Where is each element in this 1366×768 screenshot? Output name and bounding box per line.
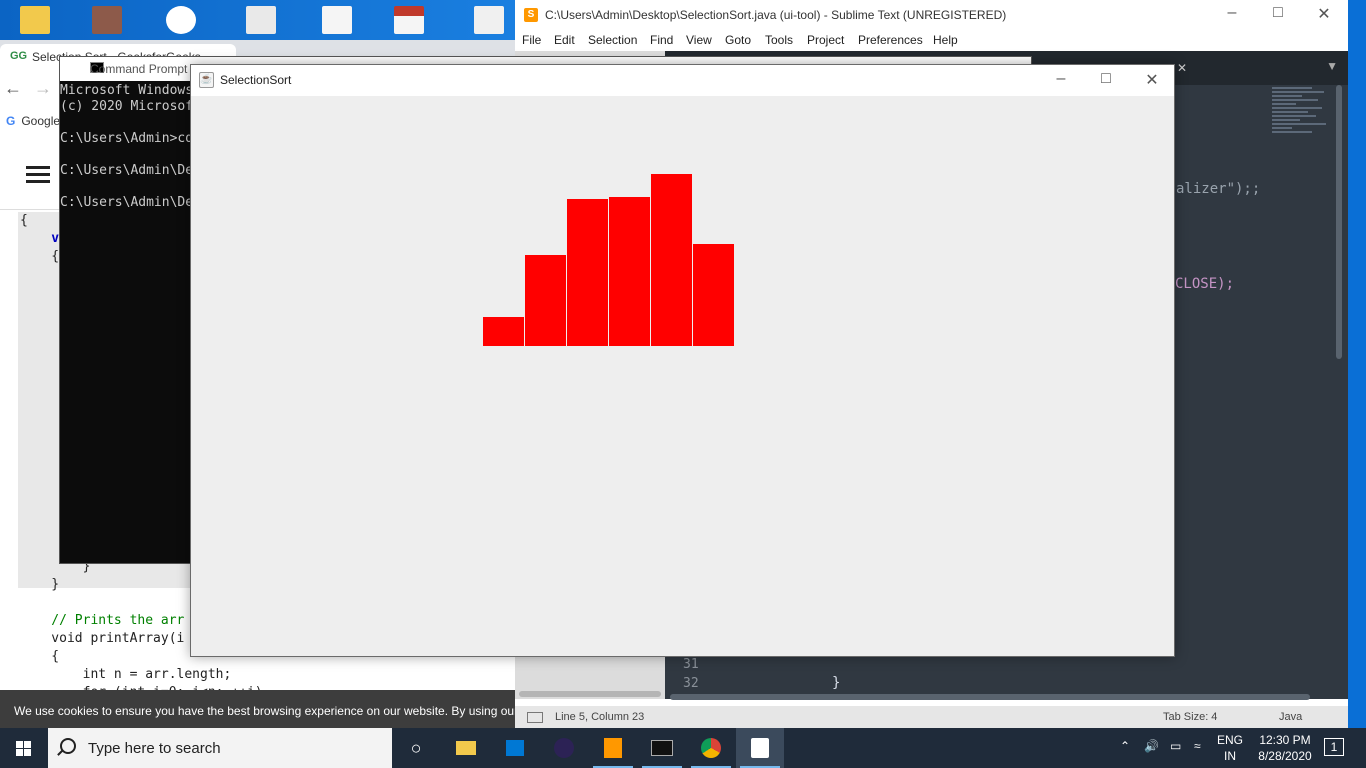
notification-count: 1 [1330, 740, 1338, 754]
notification-icon[interactable]: 1 [1324, 738, 1344, 756]
battery-icon[interactable]: ▭ [1170, 739, 1181, 768]
cmd-taskbar-icon[interactable] [638, 728, 686, 768]
bar-chart [483, 174, 734, 346]
menu-item-edit[interactable]: Edit [554, 33, 575, 47]
code-fragment: CLOSE); [1175, 276, 1235, 292]
eclipse-icon[interactable] [540, 728, 588, 768]
sublime-statusbar: Line 5, Column 23 Tab Size: 4 Java [515, 706, 1348, 730]
tab-close-icon[interactable]: ✕ [1177, 61, 1187, 75]
code-line: { [20, 249, 60, 264]
cookie-banner: We use cookies to ensure you have the be… [0, 690, 515, 728]
horizontal-scrollbar[interactable] [670, 694, 1310, 700]
show-hidden-icons[interactable]: ⌃ [1120, 739, 1130, 768]
code-fragment: alizer");; [1176, 181, 1261, 197]
menu-item-file[interactable]: File [522, 33, 541, 47]
app-icon[interactable] [166, 6, 196, 34]
cursor-position: Line 5, Column 23 [555, 711, 645, 723]
bar-2 [525, 255, 566, 346]
selectionsort-title: SelectionSort [220, 73, 292, 87]
windows-icon [16, 741, 31, 756]
minimize-button[interactable]: – [1038, 70, 1084, 88]
menu-item-project[interactable]: Project [807, 33, 844, 47]
tab-dropdown-icon[interactable]: ▼ [1326, 59, 1338, 73]
code-line: { [20, 649, 60, 664]
bar-6 [693, 244, 734, 346]
minimize-button[interactable]: – [1209, 4, 1255, 22]
code-line: } [20, 577, 60, 592]
code-line: int n = arr.length; [20, 667, 232, 682]
document-icon[interactable] [322, 6, 352, 34]
line-number: 32 [683, 676, 699, 691]
bookmark-label: Google [21, 114, 61, 128]
close-button[interactable]: ✕ [1129, 70, 1175, 90]
bar-4 [609, 197, 650, 346]
code-line: void printArray(i [20, 631, 185, 646]
start-button[interactable] [0, 728, 48, 768]
cookie-text: We use cookies to ensure you have the be… [14, 704, 515, 718]
clock[interactable]: 12:30 PM 8/28/2020 [1250, 732, 1320, 764]
sublime-menubar: File Edit Selection Find View Goto Tools Projec… [515, 31, 1348, 51]
menu-item-view[interactable]: View [686, 33, 712, 47]
menu-item-selection[interactable]: Selection [588, 33, 637, 47]
panel-toggle-icon[interactable] [527, 712, 543, 723]
language-indicator[interactable]: ENG IN [1215, 732, 1245, 764]
pdf-icon[interactable] [394, 6, 424, 34]
minimap[interactable] [1272, 85, 1334, 205]
wifi-icon[interactable]: ≈ [1194, 739, 1201, 768]
taskbar-search[interactable]: Type here to search [48, 728, 392, 768]
menu-item-find[interactable]: Find [650, 33, 673, 47]
selectionsort-window: ☕ SelectionSort – □ ✕ [190, 64, 1175, 657]
lang-bottom: IN [1224, 749, 1236, 763]
sublime-title: C:\Users\Admin\Desktop\SelectionSort.jav… [545, 8, 1007, 22]
code-brace: } [832, 675, 841, 691]
vertical-scrollbar[interactable] [1336, 85, 1342, 359]
back-arrow-icon[interactable]: ← [4, 78, 22, 99]
bookmark-google[interactable]: G Google [0, 108, 60, 136]
maximize-button[interactable]: □ [1083, 70, 1129, 88]
java-taskbar-icon[interactable] [736, 728, 784, 768]
code-line: v [20, 231, 60, 246]
presentation-icon[interactable] [246, 6, 276, 34]
file-icon[interactable] [474, 6, 504, 34]
selectionsort-titlebar: ☕ SelectionSort – □ ✕ [191, 65, 1174, 96]
sublime-titlebar: S C:\Users\Admin\Desktop\SelectionSort.j… [515, 0, 1348, 31]
maximize-button[interactable]: □ [1255, 4, 1301, 22]
tab-size[interactable]: Tab Size: 4 [1163, 711, 1217, 723]
code-line: // Prints the arr [20, 613, 185, 628]
lang-top: ENG [1216, 733, 1243, 747]
desktop-icon-strip [0, 0, 515, 40]
forward-arrow-icon[interactable]: → [34, 78, 52, 99]
menu-item-preferences[interactable]: Preferences [858, 33, 923, 47]
syntax-label[interactable]: Java [1279, 711, 1302, 723]
search-icon [60, 738, 76, 754]
google-icon: G [6, 114, 16, 128]
clock-time: 12:30 PM [1259, 733, 1311, 747]
line-number: 31 [683, 657, 699, 672]
hamburger-menu-icon[interactable] [26, 166, 50, 184]
menu-item-tools[interactable]: Tools [765, 33, 793, 47]
chrome-icon[interactable] [687, 728, 735, 768]
code-line: { [20, 213, 28, 228]
close-button[interactable]: ✕ [1301, 4, 1347, 24]
bar-1 [483, 317, 524, 346]
taskbar: Type here to search ○ ⌃ 🔊 ▭ ≈ ENG IN 12:… [0, 728, 1366, 768]
sidebar-scrollbar[interactable] [519, 691, 661, 697]
photo-icon[interactable] [92, 6, 122, 34]
clock-date: 8/28/2020 [1258, 749, 1312, 763]
geeksforgeeks-icon: GG [10, 50, 28, 62]
java-icon: ☕ [199, 72, 214, 88]
sublime-icon: S [524, 8, 538, 22]
menu-item-goto[interactable]: Goto [725, 33, 751, 47]
search-placeholder: Type here to search [88, 740, 221, 757]
file-explorer-icon[interactable] [442, 728, 490, 768]
menu-item-help[interactable]: Help [933, 33, 958, 47]
cortana-icon[interactable]: ○ [392, 728, 440, 768]
bar-3 [567, 199, 608, 346]
folder-icon[interactable] [20, 6, 50, 34]
bar-5 [651, 174, 692, 346]
store-icon[interactable] [491, 728, 539, 768]
volume-icon[interactable]: 🔊 [1144, 739, 1159, 768]
sublime-taskbar-icon[interactable] [589, 728, 637, 768]
